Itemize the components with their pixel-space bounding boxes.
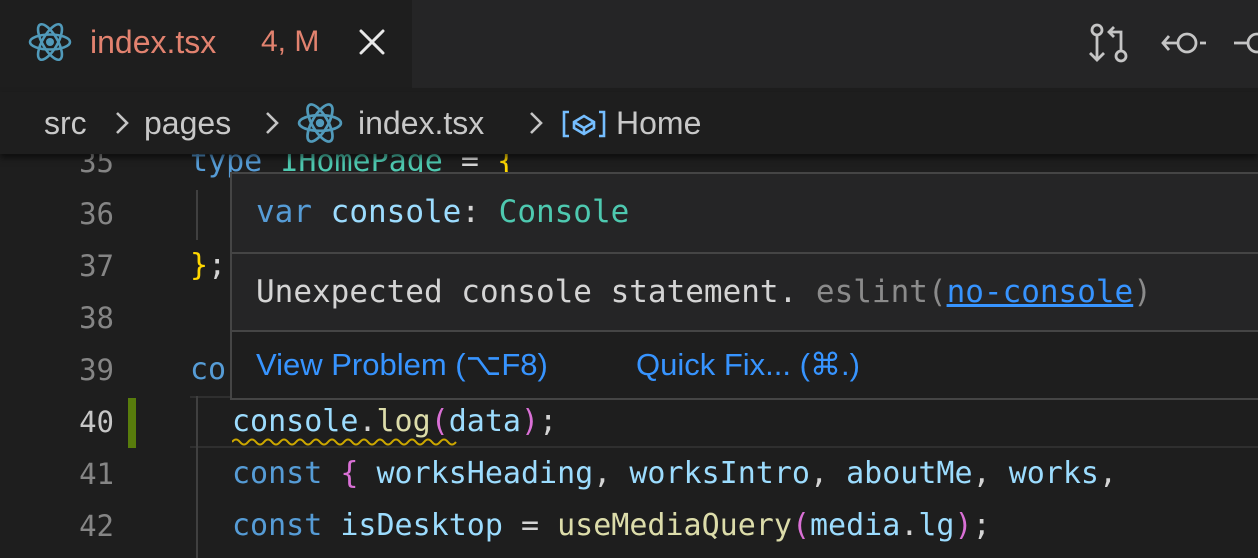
hover-sig-keyword: var [256,194,312,230]
tab-file-name: index.tsx [90,24,217,60]
hover-message: Unexpected console statement. eslint(no-… [256,268,1152,316]
hover-divider [232,252,1258,254]
hover-sig-colon: : [461,194,499,230]
breadcrumb-item-pages[interactable]: pages [144,98,231,148]
code-token: worksHeading [376,456,594,491]
line-number-current: 40 [79,405,114,439]
chevron-right-icon [116,112,129,134]
code-token: { [322,456,377,491]
code-token: console [232,404,359,439]
compare-changes-icon[interactable] [1086,20,1132,66]
code-token: worksIntro [629,456,810,491]
breadcrumb: src pages index.tsx Home [0,92,1258,154]
code-token: const [232,508,323,543]
code-line-39[interactable]: co [190,344,226,396]
code-token: ( [430,404,449,439]
chevron-right-icon [266,112,279,134]
indent-guide [196,190,198,240]
code-token: , [1099,456,1136,491]
git-commit-icon[interactable] [1234,20,1258,66]
code-token: log [376,404,431,439]
code-token: ) [954,508,973,543]
hover-actions: View Problem (⌥F8) Quick Fix... (⌘.) [232,332,1258,398]
code-token: isDesktop [340,508,503,543]
react-icon [28,22,72,62]
code-token: data [448,404,521,439]
code-token: media [810,508,901,543]
code-token: , [972,456,1009,491]
git-commit-back-icon[interactable] [1160,20,1206,66]
hover-sig-name: console [330,194,462,230]
problem-source: eslint( [815,274,947,310]
hover-sig-type: Console [498,194,630,230]
problem-source-close: ) [1133,274,1152,310]
tab-bar: index.tsx 4, M [0,0,1258,88]
chevron-right-icon [530,112,543,134]
tab-status-badge: 4, M [261,25,320,58]
line-number: 39 [79,353,114,387]
editor-tab[interactable]: index.tsx 4, M [0,0,412,88]
code-token: , [593,456,630,491]
code-token: lg [918,508,955,543]
code-token: ; [208,248,227,283]
code-token: ; [539,404,558,439]
indent-guide [196,396,198,558]
code-token: ; [972,508,991,543]
code-line-42[interactable]: const isDesktop = useMediaQuery(media.lg… [232,500,991,552]
code-token: aboutMe [846,456,973,491]
code-token: = [502,508,558,543]
warning-squiggle [232,438,457,446]
line-number: 37 [79,249,114,283]
problem-message: Unexpected console statement. [256,274,798,310]
line-number: 42 [79,509,114,543]
code-token: const [232,456,323,491]
code-token: ( [791,508,810,543]
rule-link[interactable]: no-console [947,274,1134,310]
git-modified-indicator [128,398,136,448]
react-icon [297,103,343,143]
code-token: . [900,508,919,543]
code-token: , [810,456,847,491]
close-icon[interactable] [356,26,388,58]
code-line-37[interactable]: }; [190,240,226,292]
hover-widget: var console: Console Unexpected console … [230,172,1258,400]
code-token: co [190,352,227,387]
code-line-41[interactable]: const { worksHeading, worksIntro, aboutM… [232,448,1135,500]
breadcrumb-item-home[interactable]: Home [616,98,701,148]
hover-signature: var console: Console [256,188,629,236]
line-number: 41 [79,457,114,491]
line-number: 38 [79,301,114,335]
view-problem-button[interactable]: View Problem (⌥F8) [256,340,548,390]
line-number: 36 [79,197,114,231]
quick-fix-button[interactable]: Quick Fix... (⌘.) [636,340,860,390]
code-token: } [190,248,209,283]
code-token: ) [521,404,540,439]
code-token: works [1008,456,1099,491]
breadcrumb-item-file[interactable]: index.tsx [358,98,484,148]
breadcrumb-item-src[interactable]: src [44,98,87,148]
symbol-variable-icon [562,110,606,138]
code-token: useMediaQuery [557,508,792,543]
code-token: . [358,404,377,439]
